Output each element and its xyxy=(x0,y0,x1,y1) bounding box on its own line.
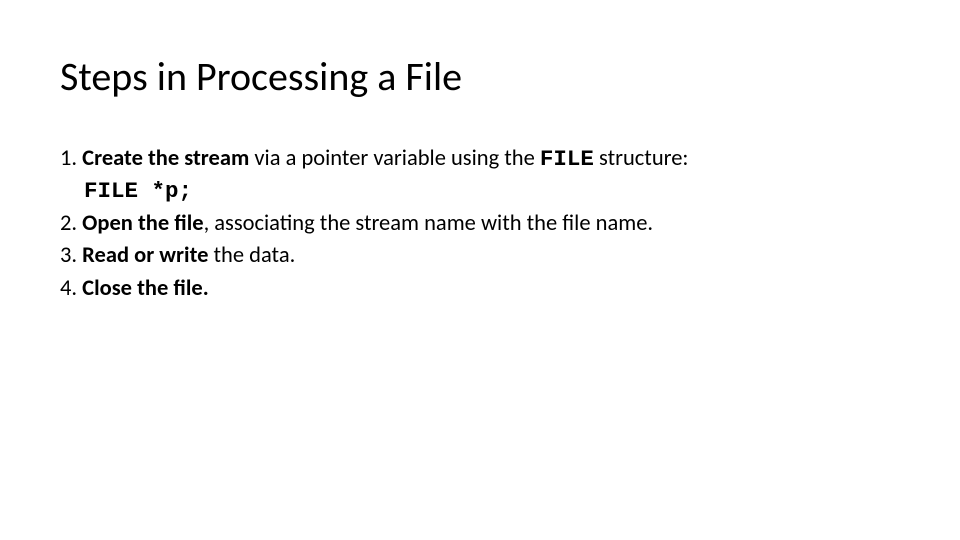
step-2: 2. Open the file, associating the stream… xyxy=(60,209,900,239)
slide-title: Steps in Processing a File xyxy=(60,55,900,99)
step-3-number: 3. xyxy=(60,242,82,269)
step-1-text-a: via a pointer variable using the xyxy=(249,145,540,172)
step-3-bold: Read or write xyxy=(82,242,208,269)
step-2-number: 2. xyxy=(60,210,82,237)
step-4-number: 4. xyxy=(60,275,82,302)
step-1-number: 1. xyxy=(60,145,82,172)
slide: Steps in Processing a File 1. Create the… xyxy=(0,0,960,540)
step-3: 3. Read or write the data. xyxy=(60,241,900,271)
step-1-bold: Create the stream xyxy=(82,145,249,172)
step-2-text: , associating the stream name with the f… xyxy=(204,210,654,237)
code-file-pointer: FILE *p; xyxy=(84,178,192,204)
step-3-text: the data. xyxy=(208,242,295,269)
step-1-text-b: structure: xyxy=(594,145,688,172)
step-1: 1. Create the stream via a pointer varia… xyxy=(60,144,900,174)
step-1-code-line: FILE *p; xyxy=(84,176,900,206)
step-4: 4. Close the file. xyxy=(60,274,900,304)
step-2-bold: Open the file xyxy=(82,210,203,237)
step-1-code-inline: FILE xyxy=(540,146,594,172)
step-4-bold: Close the file. xyxy=(82,275,209,302)
slide-body: 1. Create the stream via a pointer varia… xyxy=(60,144,900,304)
